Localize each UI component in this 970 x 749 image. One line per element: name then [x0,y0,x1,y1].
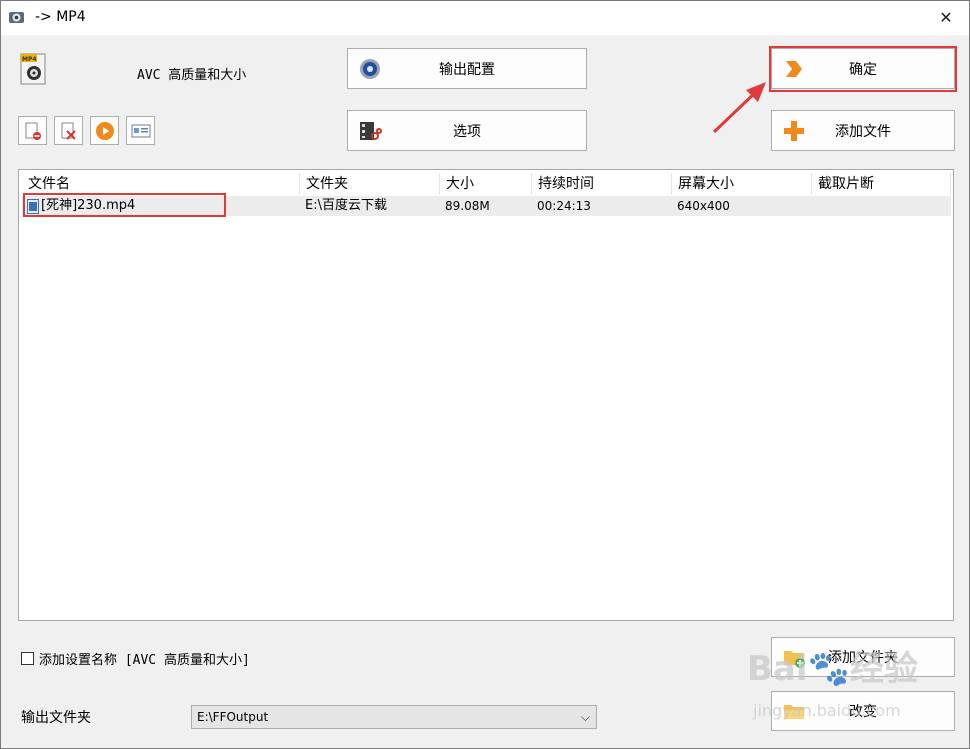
column-header-filename[interactable]: 文件名 [22,173,300,195]
clear-list-button[interactable] [54,116,83,145]
add-file-button[interactable]: 添加文件 [771,110,955,151]
options-label: 选项 [453,123,481,140]
converter-dialog: -> MP4 ✕ MP4 AVC 高质量和大小 输出配置 选项 确定 添加文件 … [0,0,970,749]
column-header-size[interactable]: 大小 [440,173,532,195]
app-icon [9,12,24,23]
output-folder-label: 输出文件夹 [21,710,91,726]
profile-label: AVC 高质量和大小 [137,68,247,83]
output-folder-select[interactable]: E:\FFOutput ⌵ [191,705,597,729]
clear-list-icon [61,122,76,140]
add-setting-name-label: 添加设置名称 [AVC 高质量和大小] [39,653,250,668]
mp4-format-icon: MP4 [20,53,46,85]
play-button[interactable] [90,116,119,145]
file-folder: E:\百度云下载 [305,198,387,213]
output-folder-value: E:\FFOutput [197,710,269,724]
watermark-url: jingyan.baidu.com [753,701,901,720]
media-info-icon [131,124,151,138]
chevron-down-icon[interactable]: ⌵ [581,706,590,728]
column-header-duration[interactable]: 持续时间 [532,173,672,195]
remove-file-button[interactable] [18,116,47,145]
media-info-button[interactable] [126,116,155,145]
column-header-screen-size[interactable]: 屏幕大小 [672,173,812,195]
file-list[interactable]: 文件名 文件夹 大小 持续时间 屏幕大小 截取片断 [死神]230.mp4 E:… [18,169,954,621]
output-config-label: 输出配置 [439,61,495,78]
svg-text:MP4: MP4 [22,56,37,63]
ok-button-highlight [769,46,957,92]
window-title: -> MP4 [35,9,86,25]
file-name-highlight [23,193,226,217]
play-icon [96,122,114,140]
add-setting-name-checkbox[interactable] [21,652,34,665]
file-screen-size: 640x400 [677,199,730,213]
column-header-folder[interactable]: 文件夹 [300,173,440,195]
file-duration: 00:24:13 [537,199,591,213]
add-file-label: 添加文件 [835,123,891,140]
options-button[interactable]: 选项 [347,110,587,151]
column-header-clip[interactable]: 截取片断 [812,173,951,195]
file-size: 89.08M [445,199,490,213]
red-arrow-annotation [712,82,766,134]
watermark-logo: Bai🐾经验 [747,649,918,689]
close-icon[interactable]: ✕ [923,1,969,35]
title-bar: -> MP4 ✕ [1,1,969,35]
remove-file-icon [25,122,41,140]
output-config-button[interactable]: 输出配置 [347,48,587,89]
